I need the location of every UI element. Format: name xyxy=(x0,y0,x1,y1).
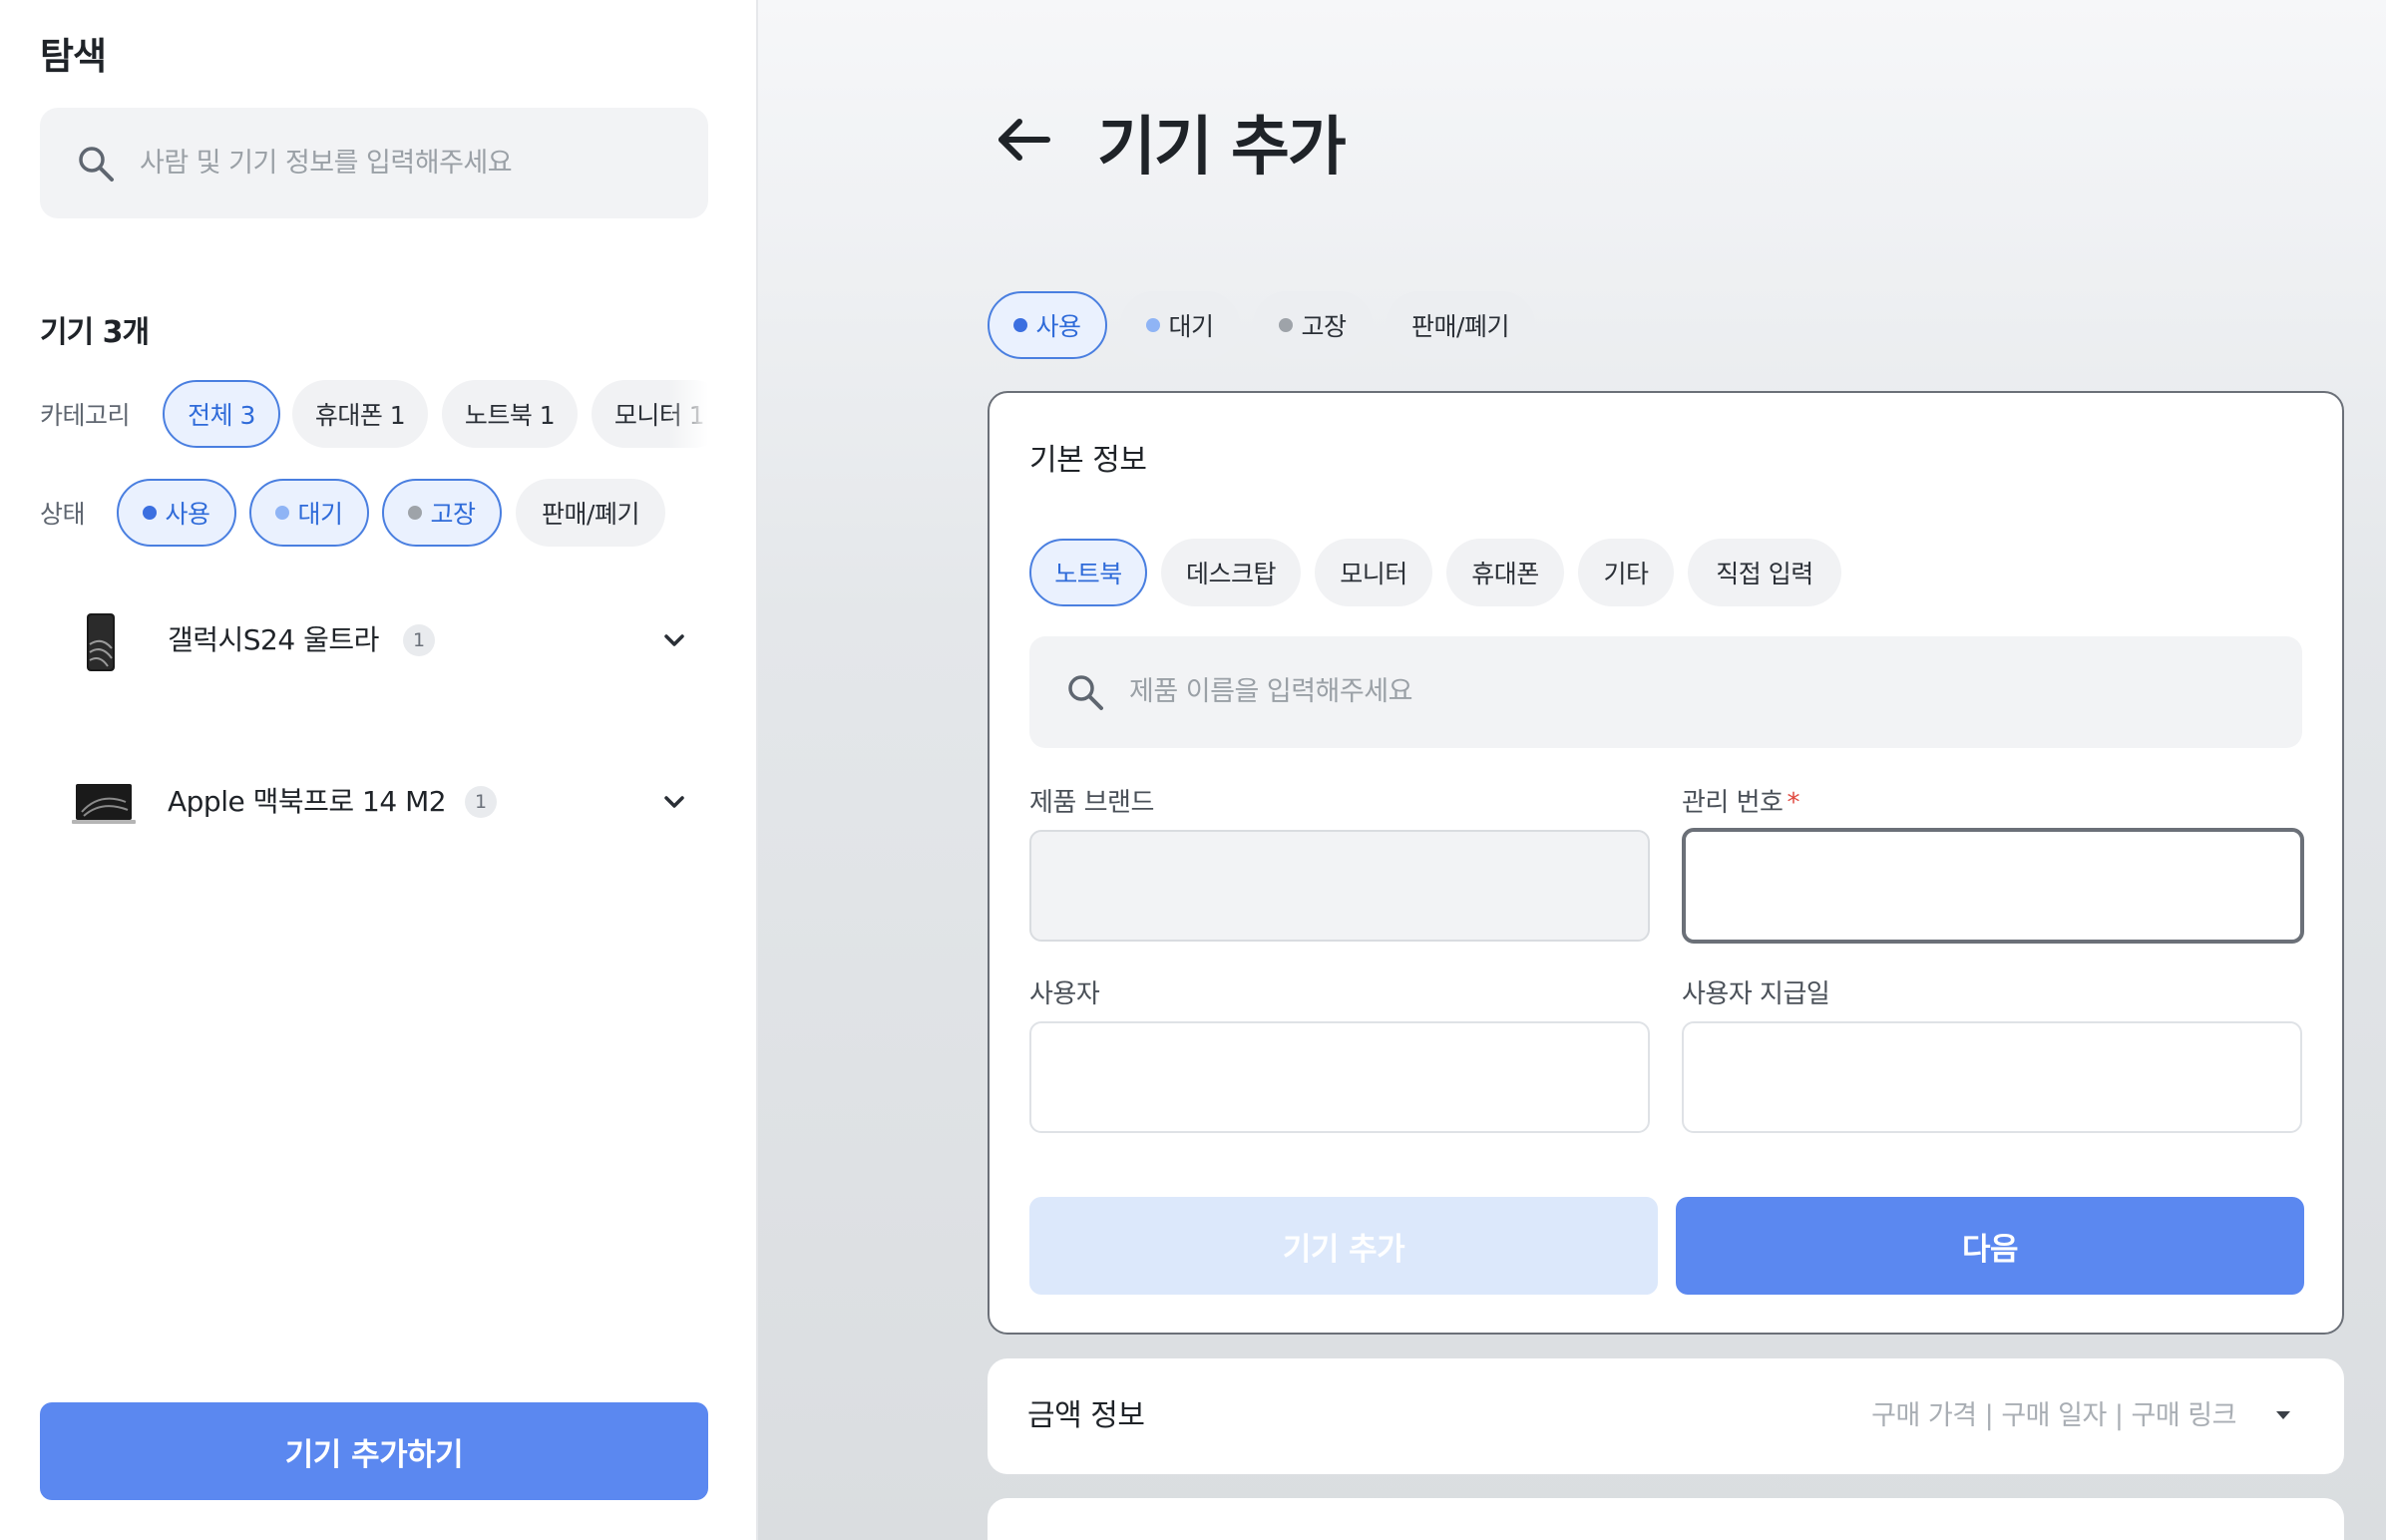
type-chip-desktop[interactable]: 데스크탑 xyxy=(1161,539,1301,606)
basic-info-title: 기본 정보 xyxy=(1029,443,1147,478)
brand-label: 제품 브랜드 xyxy=(1029,788,1154,818)
search-icon xyxy=(79,147,114,182)
category-chip-all[interactable]: 전체 3 xyxy=(163,380,280,448)
status-dot-icon xyxy=(143,506,158,520)
type-chip-monitor[interactable]: 모니터 xyxy=(1315,539,1432,606)
status-dot-icon xyxy=(1279,318,1294,332)
laptop-thumbnail-icon xyxy=(72,784,136,824)
status-chip-label: 사용 xyxy=(1035,312,1081,341)
category-chip-laptop[interactable]: 노트북 1 xyxy=(442,380,578,448)
status-chip-in-use[interactable]: 사용 xyxy=(988,291,1107,359)
type-chip-custom[interactable]: 직접 입력 xyxy=(1688,539,1841,606)
price-info-title: 금액 정보 xyxy=(1027,1398,1145,1433)
caret-down-icon[interactable] xyxy=(2274,1408,2292,1422)
category-chip-list: 전체 3 휴대폰 1 노트북 1 모니터 1 xyxy=(160,379,708,449)
category-chip-monitor[interactable]: 모니터 1 xyxy=(592,380,708,448)
type-chip-other[interactable]: 기타 xyxy=(1578,539,1674,606)
asset-number-field[interactable] xyxy=(1682,828,2304,944)
basic-info-card: 기본 정보 노트북 데스크탑 모니터 휴대폰 기타 직접 입력 제품 이름을 입… xyxy=(988,391,2344,1335)
status-dot-icon xyxy=(1146,318,1161,332)
issue-date-label: 사용자 지급일 xyxy=(1682,979,1830,1009)
device-count-badge: 1 xyxy=(403,624,435,656)
status-chip-in-use[interactable]: 사용 xyxy=(117,479,236,547)
asset-number-label: 관리 번호 * xyxy=(1682,782,1799,819)
issue-date-field[interactable] xyxy=(1682,1021,2302,1133)
status-chip-disposed[interactable]: 판매/폐기 xyxy=(1386,291,1535,359)
device-name: Apple 맥북프로 14 M2 xyxy=(168,785,447,818)
status-chip-label: 고장 xyxy=(1301,312,1347,341)
asset-number-label-text: 관리 번호 xyxy=(1682,788,1784,818)
status-chip-label: 고장 xyxy=(430,500,476,529)
status-chip-disposed[interactable]: 판매/폐기 xyxy=(516,479,665,547)
product-search-input[interactable]: 제품 이름을 입력해주세요 xyxy=(1029,636,2302,748)
chevron-down-icon[interactable] xyxy=(660,626,688,654)
type-chip-laptop[interactable]: 노트북 xyxy=(1029,539,1147,606)
sidebar-search-input[interactable]: 사람 및 기기 정보를 입력해주세요 xyxy=(40,108,708,218)
status-dot-icon xyxy=(1013,318,1028,332)
sidebar: 탐색 사람 및 기기 정보를 입력해주세요 기기 3개 카테고리 전체 3 휴대… xyxy=(0,0,758,1540)
device-count: 기기 3개 xyxy=(40,315,150,350)
device-name: 갤럭시S24 울트라 xyxy=(168,623,379,656)
device-list-item[interactable]: Apple 맥북프로 14 M2 1 xyxy=(70,762,688,842)
price-info-hint: 구매 가격 | 구매 일자 | 구매 링크 xyxy=(1871,1400,2236,1431)
chevron-down-icon[interactable] xyxy=(660,788,688,816)
device-count-badge: 1 xyxy=(465,786,497,818)
status-dot-icon xyxy=(275,506,290,520)
status-label: 상태 xyxy=(40,500,86,529)
phone-thumbnail-icon xyxy=(87,613,115,671)
status-chip-broken[interactable]: 고장 xyxy=(1253,291,1373,359)
price-info-section[interactable]: 금액 정보 구매 가격 | 구매 일자 | 구매 링크 xyxy=(988,1358,2344,1474)
status-chip-standby[interactable]: 대기 xyxy=(1120,291,1240,359)
sidebar-title: 탐색 xyxy=(40,35,107,78)
brand-field[interactable] xyxy=(1029,830,1650,942)
status-chip-label: 대기 xyxy=(1168,312,1214,341)
status-chip-broken[interactable]: 고장 xyxy=(382,479,502,547)
collapsed-section-card xyxy=(988,1498,2344,1540)
page-title: 기기 추가 xyxy=(1097,111,1347,185)
sidebar-search-placeholder: 사람 및 기기 정보를 입력해주세요 xyxy=(140,148,513,179)
main-panel: 기기 추가 사용 대기 고장 판매/폐기 기본 정보 노트북 데스크탑 모니터 … xyxy=(758,0,2386,1540)
required-mark: * xyxy=(1787,788,1799,818)
user-label: 사용자 xyxy=(1029,979,1100,1009)
status-chip-label: 대기 xyxy=(297,500,343,529)
status-chip-label: 사용 xyxy=(165,500,210,529)
category-label: 카테고리 xyxy=(40,401,131,430)
type-chip-phone[interactable]: 휴대폰 xyxy=(1446,539,1564,606)
status-dot-icon xyxy=(408,506,423,520)
back-arrow-icon[interactable] xyxy=(995,112,1051,168)
add-device-button[interactable]: 기기 추가하기 xyxy=(40,1402,708,1500)
search-icon xyxy=(1068,675,1103,710)
user-field[interactable] xyxy=(1029,1021,1650,1133)
device-list-item[interactable]: 갤럭시S24 울트라 1 xyxy=(70,600,688,680)
add-device-submit-button[interactable]: 기기 추가 xyxy=(1029,1197,1658,1295)
next-button[interactable]: 다음 xyxy=(1676,1197,2304,1295)
product-search-placeholder: 제품 이름을 입력해주세요 xyxy=(1129,676,1412,707)
category-chip-phone[interactable]: 휴대폰 1 xyxy=(292,380,428,448)
status-chip-standby[interactable]: 대기 xyxy=(249,479,369,547)
